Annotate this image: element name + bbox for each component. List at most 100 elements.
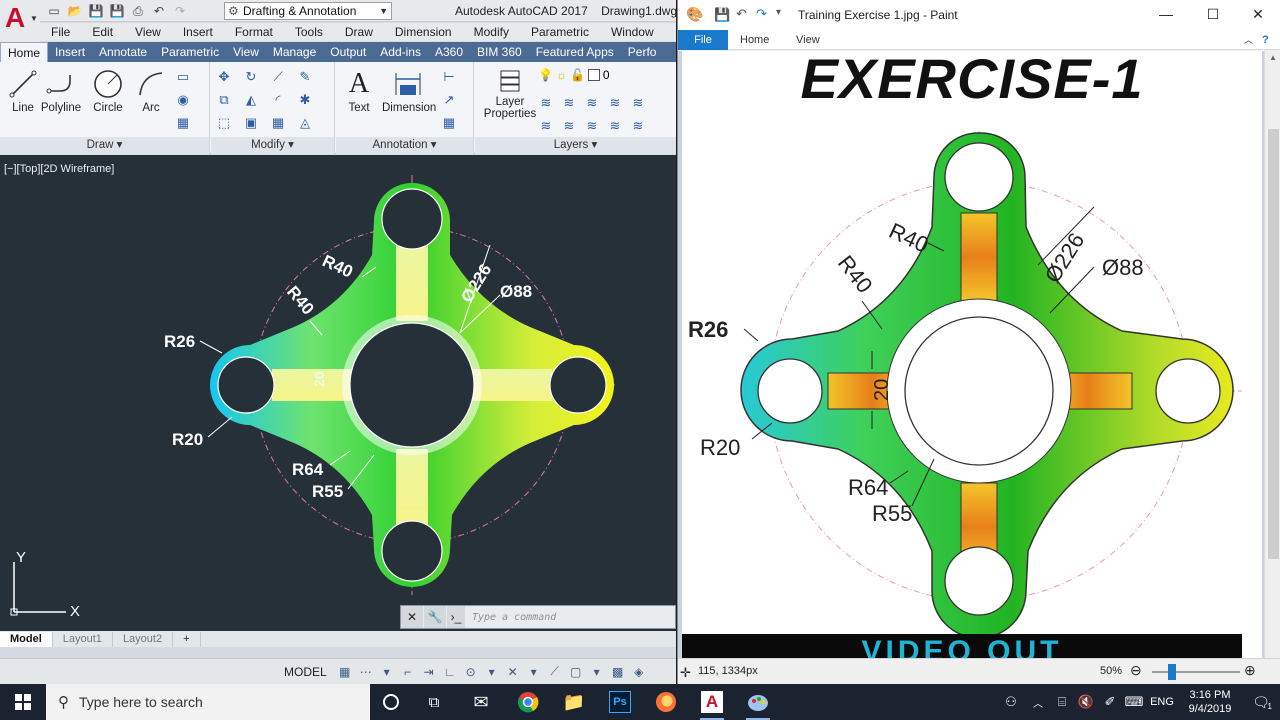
tab-home[interactable]: Home bbox=[740, 30, 769, 50]
rotate-icon[interactable]: ↻ bbox=[242, 68, 260, 86]
arc-tool[interactable]: Arc bbox=[128, 66, 174, 114]
layer-thaw-icon[interactable]: ≋ bbox=[583, 117, 601, 135]
command-line[interactable]: ✕ 🔧 ›_ Type a command bbox=[400, 605, 676, 629]
volume-icon[interactable]: 🔇 bbox=[1074, 694, 1098, 710]
rectangle-icon[interactable]: ▭ bbox=[174, 68, 192, 86]
dimension-tool[interactable]: Dimension bbox=[382, 66, 436, 114]
paint-taskbar-icon[interactable] bbox=[744, 688, 772, 720]
table-icon[interactable]: ▦ bbox=[440, 114, 458, 132]
stretch-icon[interactable]: ⬚ bbox=[215, 114, 233, 132]
clock[interactable]: 3:16 PM 9/4/2019 bbox=[1178, 688, 1242, 716]
dropdown-icon-3[interactable]: ▾ bbox=[527, 665, 541, 679]
redo-icon[interactable]: ↷ bbox=[172, 3, 188, 19]
hatch-icon[interactable]: ▦ bbox=[174, 114, 192, 132]
grid-icon[interactable]: ▦ bbox=[338, 665, 352, 679]
pen-icon[interactable]: ✐ bbox=[1098, 694, 1122, 710]
snap-icon[interactable]: ⋯ bbox=[359, 665, 373, 679]
print-icon[interactable]: ⎙ bbox=[130, 3, 146, 19]
tab-home[interactable]: Home bbox=[0, 42, 49, 62]
scroll-up-icon[interactable]: ▲ bbox=[1269, 53, 1277, 62]
command-input[interactable]: Type a command bbox=[466, 612, 556, 623]
tab-model[interactable]: Model bbox=[0, 632, 53, 647]
osnap-tracking-icon[interactable]: ✕ bbox=[506, 665, 520, 679]
circle-tool[interactable]: Circle bbox=[85, 66, 131, 114]
mail-icon[interactable]: ✉ bbox=[467, 688, 495, 716]
menu-edit[interactable]: Edit bbox=[81, 23, 124, 41]
move-icon[interactable]: ✥ bbox=[215, 68, 233, 86]
menu-modify[interactable]: Modify bbox=[463, 23, 520, 41]
autocad-app-menu-button[interactable]: A ▼ bbox=[0, 0, 40, 44]
model-space-button[interactable]: MODEL bbox=[284, 665, 327, 679]
add-layout-icon[interactable]: + bbox=[173, 632, 201, 647]
dropdown-icon[interactable]: ▾ bbox=[380, 665, 394, 679]
linear-dim-icon[interactable]: ⊢ bbox=[440, 68, 458, 86]
menu-help[interactable]: Help bbox=[665, 23, 677, 41]
ortho-icon[interactable]: ∟ bbox=[443, 665, 457, 679]
ellipse-icon[interactable]: ◉ bbox=[174, 91, 192, 109]
tray-overflow-icon[interactable]: ︿ bbox=[1026, 695, 1050, 710]
tab-file[interactable]: File bbox=[678, 30, 728, 50]
offset-icon[interactable]: ◬ bbox=[296, 114, 314, 132]
dropdown-icon-4[interactable]: ▾ bbox=[590, 665, 604, 679]
layer-properties-tool[interactable]: Layer Properties bbox=[481, 66, 539, 120]
menu-insert[interactable]: Insert bbox=[172, 23, 224, 41]
people-icon[interactable]: ⚇ bbox=[996, 694, 1026, 710]
task-view-icon[interactable]: ⧉ bbox=[420, 688, 448, 716]
collapse-ribbon-icon[interactable]: ︿ bbox=[1244, 30, 1253, 50]
tab-bim360[interactable]: BIM 360 bbox=[470, 42, 529, 62]
menu-file[interactable]: File bbox=[40, 23, 81, 41]
help-icon[interactable]: ? bbox=[1262, 30, 1269, 50]
cortana-icon[interactable] bbox=[377, 688, 405, 716]
layer-match-icon[interactable]: ≋ bbox=[629, 94, 647, 112]
erase-icon[interactable]: ✎ bbox=[296, 68, 314, 86]
infer-icon[interactable]: ⌐ bbox=[401, 665, 415, 679]
menu-dimension[interactable]: Dimension bbox=[384, 23, 463, 41]
layer-unlock-icon[interactable]: ≋ bbox=[606, 117, 624, 135]
zoom-out-icon[interactable]: ⊖ bbox=[1130, 662, 1142, 679]
redo-icon[interactable]: ↷ bbox=[756, 6, 767, 22]
paint-canvas[interactable]: EXERCISE-1 R40 R40 Ø226 Ø88 R26 R20 R64 … bbox=[682, 51, 1262, 658]
tab-annotate[interactable]: Annotate bbox=[92, 42, 154, 62]
taskbar-search[interactable]: ⚲ Type here to search bbox=[46, 684, 370, 720]
tab-layout1[interactable]: Layout1 bbox=[53, 632, 113, 647]
chrome-icon[interactable] bbox=[514, 688, 542, 716]
photoshop-icon[interactable]: Ps bbox=[606, 688, 634, 716]
scrollbar-thumb[interactable] bbox=[1268, 129, 1279, 559]
layer-lock-icon[interactable]: ≋ bbox=[606, 94, 624, 112]
polar-icon[interactable]: ⊙ bbox=[464, 665, 478, 679]
firefox-icon[interactable] bbox=[652, 688, 680, 716]
language-indicator[interactable]: ENG bbox=[1146, 696, 1178, 708]
tab-view[interactable]: View bbox=[796, 30, 820, 50]
file-explorer-icon[interactable]: 📁 bbox=[560, 688, 588, 716]
zoom-in-icon[interactable]: ⊕ bbox=[1244, 662, 1256, 679]
layer-dropdown[interactable]: 💡 ☼ 🔓 0 bbox=[538, 68, 610, 82]
undo-icon[interactable]: ↶ bbox=[151, 3, 167, 19]
start-button[interactable] bbox=[0, 684, 46, 720]
customize-qat-icon[interactable]: ▾ bbox=[776, 7, 781, 18]
wrench-icon[interactable]: 🔧 bbox=[424, 606, 446, 628]
leader-icon[interactable]: ↗ bbox=[440, 91, 458, 109]
menu-parametric[interactable]: Parametric bbox=[520, 23, 600, 41]
selection-cycling-icon[interactable]: ▩ bbox=[611, 665, 625, 679]
action-center-icon[interactable]: 🗨 1 bbox=[1242, 694, 1280, 711]
3d-osnap-icon[interactable]: ◈ bbox=[632, 665, 646, 679]
array-icon[interactable]: ▦ bbox=[269, 114, 287, 132]
trim-icon[interactable]: ⟋ bbox=[269, 68, 287, 86]
transparency-icon[interactable]: ▢ bbox=[569, 665, 583, 679]
copy-icon[interactable]: ⧉ bbox=[215, 91, 233, 109]
text-tool[interactable]: A Text bbox=[336, 66, 382, 114]
autocad-taskbar-icon[interactable]: A bbox=[698, 688, 726, 720]
menu-format[interactable]: Format bbox=[224, 23, 284, 41]
tab-featured-apps[interactable]: Featured Apps bbox=[529, 42, 621, 62]
tab-a360[interactable]: A360 bbox=[428, 42, 470, 62]
panel-layers-label[interactable]: Layers ▾ bbox=[475, 137, 676, 154]
dynamic-input-icon[interactable]: ⇥ bbox=[422, 665, 436, 679]
workspace-select[interactable]: ⚙ Drafting & Annotation ▼ bbox=[224, 2, 392, 20]
network-icon[interactable]: ⌸ bbox=[1050, 694, 1074, 710]
dropdown-icon-2[interactable]: ▾ bbox=[485, 665, 499, 679]
save-icon[interactable]: 💾 bbox=[714, 7, 730, 23]
menu-tools[interactable]: Tools bbox=[284, 23, 334, 41]
polyline-tool[interactable]: Polyline bbox=[38, 66, 84, 114]
model-viewport[interactable]: [−][Top][2D Wireframe] R40 R40 Ø226 Ø88 … bbox=[0, 155, 676, 631]
tab-add-ins[interactable]: Add-ins bbox=[373, 42, 428, 62]
